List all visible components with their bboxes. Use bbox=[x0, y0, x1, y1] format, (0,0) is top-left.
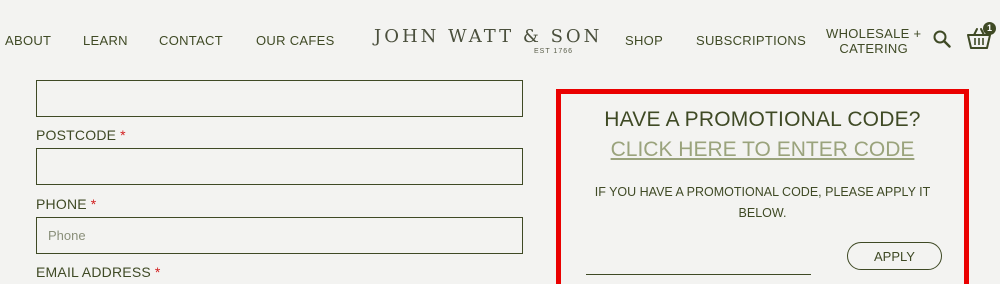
top-navigation: ABOUT LEARN CONTACT OUR CAFES JOHN WATT … bbox=[0, 0, 1000, 80]
promo-code-panel: HAVE A PROMOTIONAL CODE? CLICK HERE TO E… bbox=[556, 89, 969, 284]
phone-field[interactable] bbox=[36, 217, 523, 254]
nav-contact[interactable]: CONTACT bbox=[159, 33, 223, 48]
enter-code-link[interactable]: CLICK HERE TO ENTER CODE bbox=[561, 138, 964, 162]
postcode-field[interactable] bbox=[36, 148, 523, 185]
email-label-text: EMAIL ADDRESS bbox=[36, 264, 151, 280]
nav-our-cafes[interactable]: OUR CAFES bbox=[256, 33, 335, 48]
nav-learn[interactable]: LEARN bbox=[83, 33, 128, 48]
required-marker: * bbox=[154, 264, 161, 280]
search-icon[interactable] bbox=[933, 30, 951, 48]
promo-title: HAVE A PROMOTIONAL CODE? bbox=[604, 108, 921, 131]
postcode-label-text: POSTCODE bbox=[36, 127, 117, 143]
apply-button[interactable]: APPLY bbox=[847, 242, 942, 270]
nav-shop[interactable]: SHOP bbox=[625, 33, 663, 48]
required-marker: * bbox=[120, 127, 126, 143]
nav-wholesale-catering[interactable]: WHOLESALE + CATERING bbox=[826, 26, 921, 56]
promo-code-input[interactable] bbox=[586, 249, 811, 275]
phone-label-text: PHONE bbox=[36, 196, 87, 212]
postcode-label: POSTCODE * bbox=[36, 127, 126, 143]
nav-wholesale-line1: WHOLESALE + bbox=[826, 26, 922, 41]
email-label: EMAIL ADDRESS * bbox=[36, 264, 161, 280]
nav-wholesale-line2: CATERING bbox=[839, 41, 909, 56]
required-marker: * bbox=[90, 196, 97, 212]
brand-logo[interactable]: JOHN WATT & SON EST 1766 bbox=[374, 26, 603, 55]
nav-about[interactable]: ABOUT bbox=[5, 33, 51, 48]
address-field[interactable] bbox=[36, 80, 523, 117]
logo-established: EST 1766 bbox=[534, 48, 574, 55]
nav-subscriptions[interactable]: SUBSCRIPTIONS bbox=[696, 33, 806, 48]
promo-description: IF YOU HAVE A PROMOTIONAL CODE, PLEASE A… bbox=[594, 185, 931, 220]
cart-count-badge: 1 bbox=[983, 22, 996, 35]
phone-label: PHONE * bbox=[36, 196, 96, 212]
logo-name: JOHN WATT & SON bbox=[374, 26, 603, 47]
